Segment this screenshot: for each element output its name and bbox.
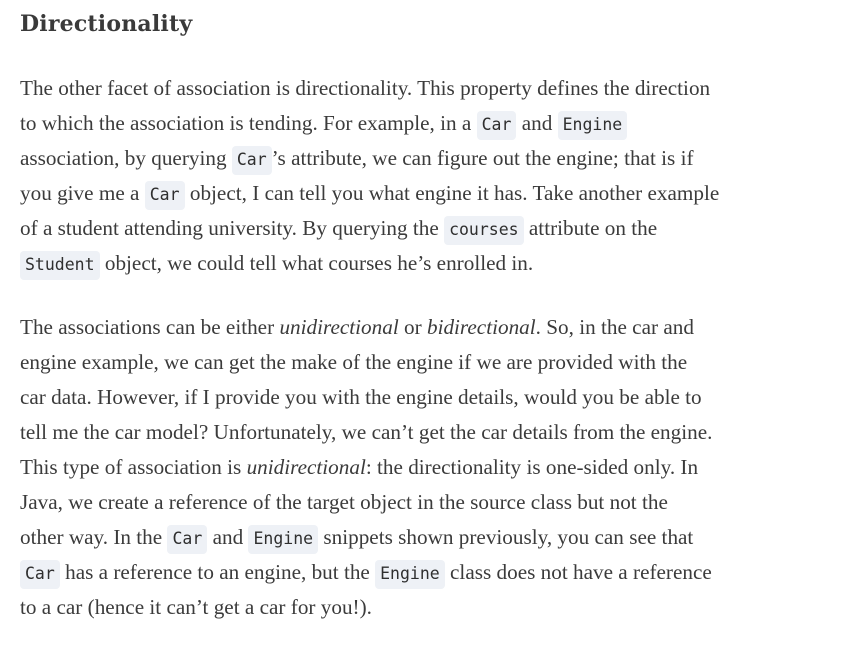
text-run: attribute on the: [523, 216, 658, 240]
text-run: has a reference to an engine, but the: [59, 560, 376, 584]
inline-code-car: Car: [144, 181, 185, 210]
text-run: car data. However, if I provide you with…: [20, 385, 702, 409]
inline-code-engine: Engine: [375, 560, 445, 589]
inline-code-car: Car: [231, 146, 272, 175]
emphasis-bidirectional: bidirectional: [426, 315, 536, 339]
inline-code-engine: Engine: [248, 525, 319, 554]
text-run: object, I can tell you what engine it ha…: [184, 181, 720, 205]
text-run: to which the association is tending. For…: [20, 111, 477, 135]
text-run: ’s attribute, we can figure out the engi…: [271, 146, 694, 170]
section-heading: Directionality: [20, 11, 193, 37]
text-line: This type of association is unidirection…: [20, 450, 830, 485]
text-run: object, we could tell what courses he’s …: [99, 251, 534, 275]
inline-code-student: Student: [20, 251, 100, 280]
text-run: . So, in the car and: [535, 315, 694, 339]
text-line: Java, we create a reference of the targe…: [20, 485, 830, 520]
text-line: you give me a Car object, I can tell you…: [20, 176, 830, 211]
text-run: This type of association is: [20, 455, 247, 479]
text-run: you give me a: [20, 181, 145, 205]
emphasis-unidirectional: unidirectional: [279, 315, 399, 339]
text-line: to which the association is tending. For…: [20, 106, 830, 141]
text-line: Car has a reference to an engine, but th…: [20, 555, 830, 590]
article-section: Directionality The other facet of associ…: [20, 8, 830, 625]
text-line: of a student attending university. By qu…: [20, 211, 830, 246]
text-line: other way. In the Car and Engine snippet…: [20, 520, 830, 555]
text-run: to a car (hence it can’t get a car for y…: [20, 595, 372, 619]
text-run: or: [398, 315, 427, 339]
text-line: engine example, we can get the make of t…: [20, 345, 830, 380]
inline-code-car: Car: [20, 560, 60, 589]
text-line: The associations can be either unidirect…: [20, 310, 830, 345]
inline-code-car: Car: [167, 525, 208, 554]
paragraph-directionality-intro: The other facet of association is direct…: [20, 71, 830, 281]
text-run: The associations can be either: [20, 315, 280, 339]
text-line: Student object, we could tell what cours…: [20, 246, 830, 281]
inline-code-courses: courses: [444, 216, 524, 245]
text-run: Java, we create a reference of the targe…: [20, 490, 668, 514]
text-run: and: [516, 111, 558, 135]
text-run: snippets shown previously, you can see t…: [318, 525, 694, 549]
text-line: to a car (hence it can’t get a car for y…: [20, 590, 830, 625]
inline-code-car: Car: [476, 111, 517, 140]
text-line: The other facet of association is direct…: [20, 71, 830, 106]
text-run: engine example, we can get the make of t…: [20, 350, 688, 374]
text-line: tell me the car model? Unfortunately, we…: [20, 415, 830, 450]
text-line: car data. However, if I provide you with…: [20, 380, 830, 415]
text-run: tell me the car model? Unfortunately, we…: [20, 420, 713, 444]
text-run: and: [207, 525, 249, 549]
text-run: : the directionality is one-sided only. …: [365, 455, 699, 479]
text-run: The other facet of association is direct…: [20, 76, 711, 100]
paragraph-unidirectional: The associations can be either unidirect…: [20, 310, 830, 625]
text-run: of a student attending university. By qu…: [20, 216, 445, 240]
emphasis-unidirectional: unidirectional: [246, 455, 366, 479]
text-line: association, by querying Car’s attribute…: [20, 141, 830, 176]
inline-code-engine: Engine: [557, 111, 628, 140]
text-run: association, by querying: [20, 146, 232, 170]
text-run: other way. In the: [20, 525, 168, 549]
text-run: class does not have a reference: [444, 560, 712, 584]
